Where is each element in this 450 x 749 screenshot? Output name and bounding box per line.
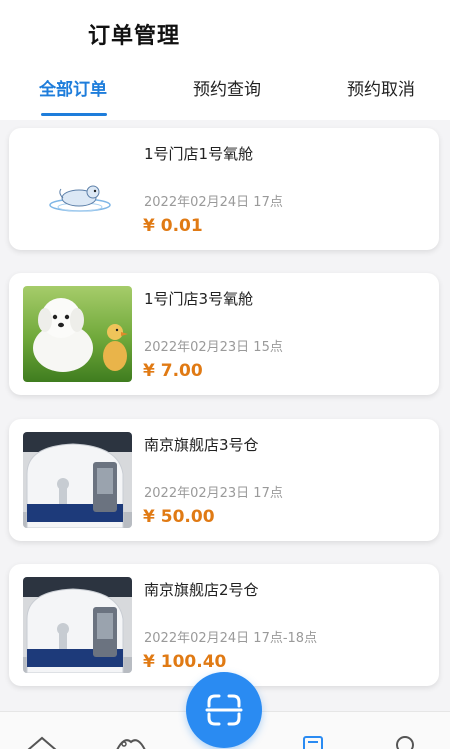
order-title: 南京旗舰店2号仓 xyxy=(144,581,259,599)
order-price: ¥ 100.40 xyxy=(143,652,227,672)
order-title: 南京旗舰店3号仓 xyxy=(144,436,259,454)
tab-bar: 全部订单 预约查询 预约取消 xyxy=(0,72,450,112)
tab-booking-query[interactable]: 预约查询 xyxy=(184,72,270,112)
order-thumbnail xyxy=(23,286,132,382)
order-price: ¥ 50.00 xyxy=(143,507,215,527)
page-title: 订单管理 xyxy=(88,24,181,49)
order-card[interactable]: 南京旗舰店2号仓 2022年02月24日 17点-18点 ¥ 100.40 xyxy=(9,564,439,686)
oxygen-chamber-photo xyxy=(23,577,132,673)
tab-booking-cancel[interactable]: 预约取消 xyxy=(338,72,424,112)
scan-button[interactable] xyxy=(186,672,262,748)
order-time: 2022年02月24日 17点-18点 xyxy=(144,631,318,646)
orders-icon[interactable] xyxy=(302,734,324,749)
order-price: ¥ 7.00 xyxy=(143,361,203,381)
order-price: ¥ 0.01 xyxy=(143,216,203,236)
order-time: 2022年02月24日 17点 xyxy=(144,195,283,210)
order-card[interactable]: 1号门店1号氧舱 2022年02月24日 17点 ¥ 0.01 xyxy=(9,128,439,250)
order-card[interactable]: 南京旗舰店3号仓 2022年02月23日 17点 ¥ 50.00 xyxy=(9,419,439,541)
scan-icon xyxy=(205,694,243,726)
order-card[interactable]: 1号门店3号氧舱 2022年02月23日 15点 ¥ 7.00 xyxy=(9,273,439,395)
placeholder-cartoon-icon xyxy=(49,185,111,212)
order-thumbnail xyxy=(23,141,132,237)
puppy-and-duckling-photo xyxy=(23,286,132,382)
home-icon[interactable] xyxy=(26,734,58,749)
order-title: 1号门店3号氧舱 xyxy=(144,290,254,308)
order-time: 2022年02月23日 15点 xyxy=(144,340,283,355)
profile-icon[interactable] xyxy=(394,734,416,749)
tab-all-orders[interactable]: 全部订单 xyxy=(30,72,116,112)
order-thumbnail xyxy=(23,432,132,528)
order-time: 2022年02月23日 17点 xyxy=(144,486,283,501)
explore-icon[interactable] xyxy=(114,734,148,749)
active-tab-indicator xyxy=(41,113,107,116)
order-thumbnail xyxy=(23,577,132,673)
oxygen-chamber-photo xyxy=(23,432,132,528)
order-title: 1号门店1号氧舱 xyxy=(144,145,254,163)
